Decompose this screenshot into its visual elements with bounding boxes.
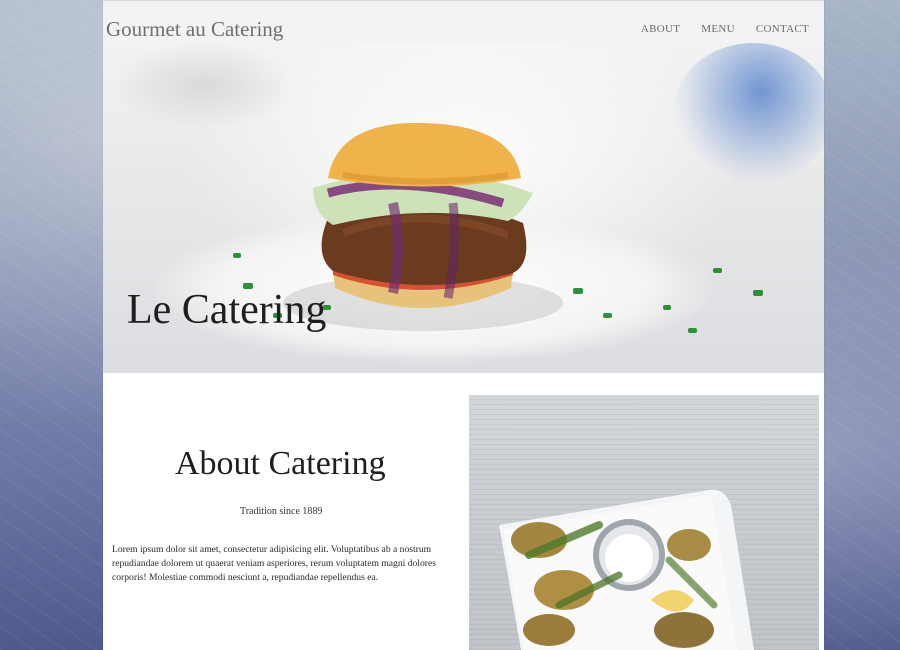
- about-food-image: [469, 395, 819, 650]
- nav-link-menu[interactable]: MENU: [701, 23, 735, 35]
- hero-banner: Le Catering: [103, 43, 824, 373]
- about-body-text: Lorem ipsum dolor sit amet, consectetur …: [112, 544, 436, 583]
- top-header: Gourmet au Catering ABOUT MENU CONTACT: [103, 0, 824, 44]
- about-subheading: Tradition since 1889: [240, 506, 323, 517]
- site-brand[interactable]: Gourmet au Catering: [106, 17, 283, 42]
- nav-link-about[interactable]: ABOUT: [641, 23, 680, 35]
- about-section: About Catering Tradition since 1889 Lore…: [103, 373, 463, 650]
- main-nav: ABOUT MENU CONTACT: [641, 23, 809, 35]
- nav-link-contact[interactable]: CONTACT: [756, 23, 809, 35]
- fried-vegetables-illustration: [499, 489, 754, 650]
- page-container: Gourmet au Catering ABOUT MENU CONTACT L…: [103, 0, 824, 650]
- hero-title: Le Catering: [127, 287, 327, 333]
- about-heading: About Catering: [175, 445, 386, 482]
